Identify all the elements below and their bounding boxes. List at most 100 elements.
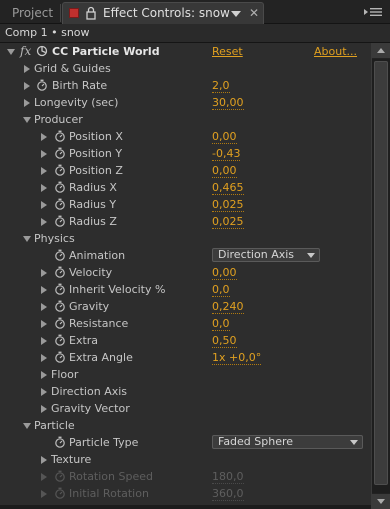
expand-triangle-icon[interactable] [41, 303, 47, 311]
expand-triangle-icon[interactable] [41, 456, 47, 464]
expand-triangle-icon[interactable] [41, 218, 47, 226]
property-label: Position Y [69, 147, 123, 160]
expand-triangle-icon[interactable] [41, 167, 47, 175]
collapse-triangle-icon[interactable] [23, 117, 31, 123]
expand-triangle-icon[interactable] [41, 269, 47, 277]
chevron-down-icon [307, 253, 315, 258]
tab-project-label: Project [12, 6, 54, 20]
tab-effect-controls-label: Effect Controls: snow [103, 6, 230, 20]
property-value[interactable]: 30,00 [212, 94, 244, 111]
group-texture[interactable]: Texture [0, 451, 371, 468]
expand-triangle-icon[interactable] [41, 150, 47, 158]
panel-menu-icon[interactable] [362, 5, 384, 19]
expand-triangle-icon[interactable] [41, 286, 47, 294]
stopwatch-icon[interactable] [54, 147, 66, 159]
stopwatch-icon[interactable] [54, 215, 66, 227]
stopwatch-icon[interactable] [54, 164, 66, 176]
stopwatch-icon[interactable] [54, 283, 66, 295]
expand-triangle-icon[interactable] [41, 388, 47, 396]
property-value[interactable]: 0,025 [212, 196, 244, 213]
group-direction-axis[interactable]: Direction Axis [0, 383, 371, 400]
expand-triangle-icon[interactable] [41, 133, 47, 141]
property-velocity: Velocity 0,00 [0, 264, 371, 281]
stopwatch-icon[interactable] [54, 198, 66, 210]
property-value[interactable]: -0,43 [212, 145, 241, 162]
property-value[interactable]: 0,240 [212, 298, 244, 315]
property-value[interactable]: 0,50 [212, 332, 237, 349]
expand-triangle-icon[interactable] [7, 49, 15, 55]
property-label: Radius X [69, 181, 117, 194]
stopwatch-icon[interactable] [54, 317, 66, 329]
expand-triangle-icon[interactable] [41, 405, 47, 413]
group-producer[interactable]: Producer [0, 111, 371, 128]
chevron-down-icon[interactable] [231, 11, 241, 17]
property-label: Rotation Speed [69, 470, 153, 483]
lock-icon[interactable] [83, 6, 99, 20]
tab-effect-controls[interactable]: Effect Controls: snow ✕ [62, 2, 264, 24]
property-label: Extra [69, 334, 99, 347]
close-icon[interactable]: ✕ [249, 6, 259, 20]
group-floor[interactable]: Floor [0, 366, 371, 383]
group-particle[interactable]: Particle [0, 417, 371, 434]
expand-triangle-icon[interactable] [24, 99, 30, 107]
group-grid-guides[interactable]: Grid & Guides [0, 60, 371, 77]
stopwatch-icon[interactable] [54, 300, 66, 312]
scrollbar-thumb[interactable] [374, 61, 388, 485]
effect-name: CC Particle World [52, 45, 160, 58]
property-label: Position X [69, 130, 123, 143]
tab-divider [60, 4, 61, 22]
collapse-triangle-icon[interactable] [23, 423, 31, 429]
expand-triangle-icon[interactable] [24, 65, 30, 73]
property-label: Position Z [69, 164, 123, 177]
property-value[interactable]: 0,00 [212, 162, 237, 179]
fx-toggle-icon[interactable]: fx [20, 43, 31, 60]
property-value[interactable]: 0,025 [212, 213, 244, 230]
property-label: Birth Rate [52, 79, 108, 92]
property-value[interactable]: 0,465 [212, 179, 244, 196]
dropdown-value: Faded Sphere [218, 435, 294, 448]
property-rotation-speed: Rotation Speed 180,0 [0, 468, 371, 485]
expand-triangle-icon[interactable] [41, 371, 47, 379]
property-value[interactable]: 0,00 [212, 264, 237, 281]
expand-triangle-icon[interactable] [41, 337, 47, 345]
stopwatch-icon[interactable] [54, 181, 66, 193]
property-label: Initial Rotation [69, 487, 149, 500]
particle-type-dropdown[interactable]: Faded Sphere [212, 435, 363, 449]
scroll-up-arrow-icon[interactable] [372, 43, 390, 59]
expand-triangle-icon[interactable] [24, 82, 30, 90]
property-particle-type: Particle Type Faded Sphere [0, 434, 371, 451]
stopwatch-icon[interactable] [54, 130, 66, 142]
animation-dropdown[interactable]: Direction Axis [212, 248, 320, 262]
collapse-triangle-icon[interactable] [23, 236, 31, 242]
property-value[interactable]: 0,00 [212, 128, 237, 145]
expand-triangle-icon[interactable] [41, 320, 47, 328]
property-initial-rotation: Initial Rotation 360,0 [0, 485, 371, 502]
group-label: Producer [34, 113, 83, 126]
about-link[interactable]: About... [314, 43, 357, 60]
effect-header-row[interactable]: fx CC Particle World Reset About... [0, 43, 371, 60]
stopwatch-icon[interactable] [54, 334, 66, 346]
stopwatch-icon[interactable] [54, 266, 66, 278]
property-extra: Extra 0,50 [0, 332, 371, 349]
expand-triangle-icon [41, 473, 47, 481]
property-value[interactable]: 2,0 [212, 77, 230, 94]
reset-link[interactable]: Reset [212, 43, 243, 60]
property-value[interactable]: 0,0 [212, 315, 230, 332]
stopwatch-icon[interactable] [36, 79, 48, 91]
tab-project[interactable]: Project [2, 2, 60, 24]
expand-triangle-icon[interactable] [41, 201, 47, 209]
property-label: Longevity (sec) [34, 96, 119, 109]
vertical-scrollbar[interactable] [371, 43, 390, 509]
expand-triangle-icon[interactable] [41, 354, 47, 362]
group-gravity-vector[interactable]: Gravity Vector [0, 400, 371, 417]
panel-tab-bar: Project Effect Controls: snow ✕ [0, 0, 390, 24]
expand-triangle-icon[interactable] [41, 184, 47, 192]
property-label: Inherit Velocity % [69, 283, 166, 296]
stopwatch-icon[interactable] [54, 249, 66, 261]
stopwatch-icon[interactable] [54, 351, 66, 363]
property-value[interactable]: 0,0 [212, 281, 230, 298]
group-physics[interactable]: Physics [0, 230, 371, 247]
property-value[interactable]: 1x +0,0° [212, 349, 262, 366]
scroll-down-arrow-icon[interactable] [372, 493, 390, 509]
stopwatch-icon[interactable] [54, 436, 66, 448]
